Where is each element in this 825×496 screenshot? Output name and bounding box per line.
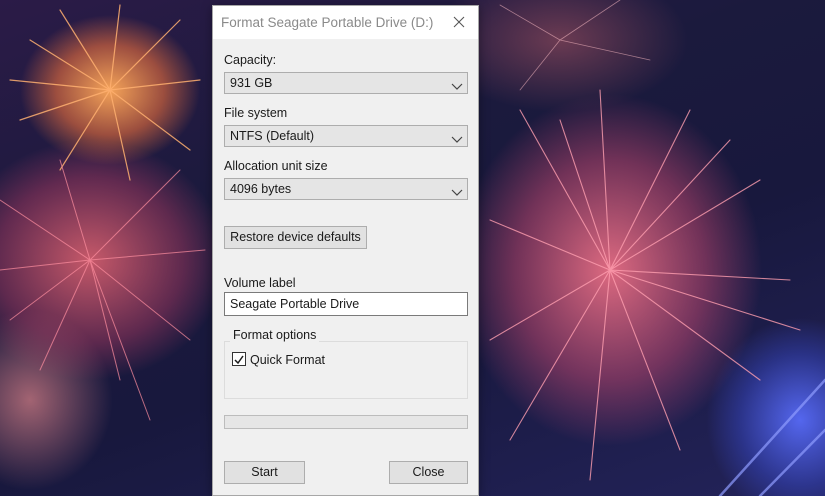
format-progress-bar — [224, 415, 468, 429]
dialog-titlebar[interactable]: Format Seagate Portable Drive (D:) — [213, 6, 478, 39]
format-dialog: Format Seagate Portable Drive (D:) Capac… — [212, 5, 479, 496]
chevron-down-icon — [451, 131, 463, 143]
capacity-label: Capacity: — [224, 53, 277, 67]
close-button[interactable]: Close — [389, 461, 468, 484]
volume-label-value: Seagate Portable Drive — [230, 297, 360, 311]
dialog-title: Format Seagate Portable Drive (D:) — [221, 15, 434, 30]
quick-format-label[interactable]: Quick Format — [250, 353, 325, 367]
format-options-title: Format options — [230, 328, 320, 342]
allocation-unit-label: Allocation unit size — [224, 159, 328, 173]
restore-defaults-button[interactable]: Restore device defaults — [224, 226, 367, 249]
format-options-group — [224, 341, 468, 399]
file-system-value: NTFS (Default) — [230, 129, 315, 143]
close-icon[interactable] — [448, 12, 470, 32]
capacity-dropdown[interactable]: 931 GB — [224, 72, 468, 94]
capacity-value: 931 GB — [230, 76, 273, 90]
allocation-unit-value: 4096 bytes — [230, 182, 292, 196]
chevron-down-icon — [451, 78, 463, 90]
allocation-unit-dropdown[interactable]: 4096 bytes — [224, 178, 468, 200]
file-system-label: File system — [224, 106, 288, 120]
volume-label-input[interactable]: Seagate Portable Drive — [224, 292, 468, 316]
file-system-dropdown[interactable]: NTFS (Default) — [224, 125, 468, 147]
quick-format-checkbox[interactable] — [232, 352, 246, 366]
check-icon — [234, 355, 244, 365]
chevron-down-icon — [451, 184, 463, 196]
start-button[interactable]: Start — [224, 461, 305, 484]
volume-label-caption: Volume label — [224, 276, 296, 290]
